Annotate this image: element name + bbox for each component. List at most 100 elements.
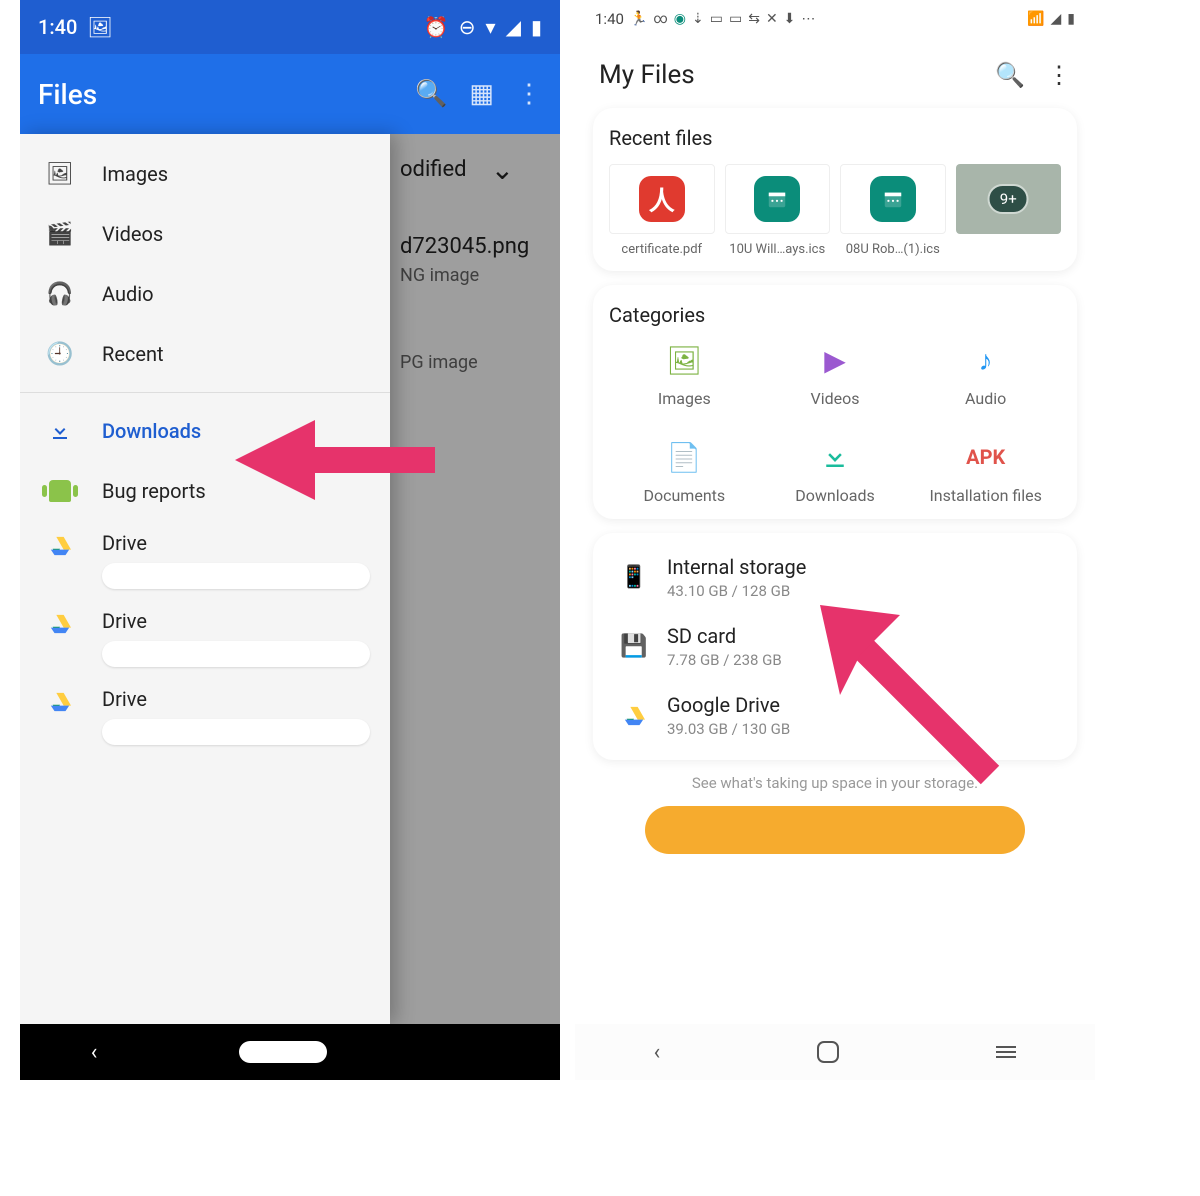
home-button[interactable] [817, 1041, 839, 1063]
recent-file-label: certificate.pdf [621, 242, 702, 257]
search-icon[interactable]: 🔍 [995, 61, 1025, 89]
recent-file[interactable]: 人 certificate.pdf [609, 164, 715, 257]
stock-android-files-phone: 1:40 🖼 ⏰ ⊖ ▾ ◢ ▮ Files 🔍 ▦ ⋮ odified ⌄ [20, 0, 560, 1080]
video-icon: ▶ [760, 341, 911, 379]
more-vert-icon[interactable]: ⋮ [1047, 61, 1071, 89]
sidebar-item-label: Downloads [102, 419, 201, 443]
category-images[interactable]: 🖼 Images [609, 341, 760, 408]
samsung-myfiles-phone: 1:40 🏃∞ ◉ ⇣▭▭ ⇆✕⬇⋯ 📶 ◢ ▮ My Files 🔍 ⋮ Re… [575, 0, 1095, 1080]
status-time: 1:40 [595, 10, 624, 28]
status-bar: 1:40 🏃∞ ◉ ⇣▭▭ ⇆✕⬇⋯ 📶 ◢ ▮ [575, 0, 1095, 38]
section-title: Categories [609, 303, 1061, 327]
image-icon: 🖼 [40, 162, 80, 187]
sidebar-item-label: Images [102, 162, 168, 186]
alarm-icon: ⏰ [424, 15, 449, 39]
image-icon: 🖼 [87, 15, 112, 39]
app-bar: My Files 🔍 ⋮ [575, 38, 1095, 108]
annotation-arrow-right [800, 585, 1010, 795]
page-title: My Files [599, 60, 973, 90]
status-bar: 1:40 🖼 ⏰ ⊖ ▾ ◢ ▮ [20, 0, 560, 54]
category-label: Videos [760, 389, 911, 408]
category-label: Installation files [910, 486, 1061, 505]
apk-icon: APK [910, 438, 1061, 476]
wifi-icon: 📶 [1027, 11, 1044, 27]
signal-icon: ◢ [1051, 11, 1062, 27]
gdrive-icon [615, 705, 653, 727]
sidebar-item-images[interactable]: 🖼 Images [20, 144, 390, 204]
category-downloads[interactable]: Downloads [760, 438, 911, 505]
category-label: Audio [910, 389, 1061, 408]
battery-icon: ▮ [1067, 11, 1075, 27]
gdrive-icon [40, 609, 80, 635]
wifi-icon: ▾ [486, 15, 496, 39]
back-button[interactable]: ‹ [91, 1040, 98, 1065]
section-title: Recent files [609, 126, 1061, 150]
storage-title: Internal storage [667, 555, 1055, 579]
signal-icon: ◢ [506, 15, 521, 39]
video-icon: 🎬 [40, 222, 80, 247]
category-apk[interactable]: APK Installation files [910, 438, 1061, 505]
sidebar-item-drive[interactable]: Drive [20, 599, 390, 677]
category-label: Downloads [760, 486, 911, 505]
recent-file[interactable]: 10U Will…ays.ics [725, 164, 831, 257]
search-icon[interactable]: 🔍 [415, 79, 447, 109]
analyze-storage-button[interactable] [645, 806, 1025, 854]
sidebar-item-drive[interactable]: Drive [20, 677, 390, 755]
sidebar-item-videos[interactable]: 🎬 Videos [20, 204, 390, 264]
recent-file-label: 08U Rob…(1).ics [846, 242, 940, 257]
more-vert-icon[interactable]: ⋮ [516, 79, 542, 109]
grid-view-icon[interactable]: ▦ [469, 79, 494, 109]
clock-icon: 🕘 [40, 342, 80, 367]
sidebar-item-label: Bug reports [102, 479, 206, 503]
calendar-icon [754, 176, 800, 222]
sidebar-item-label: Videos [102, 222, 163, 246]
system-nav-bar: ‹ [575, 1024, 1095, 1080]
dnd-icon: ⊖ [459, 15, 476, 39]
category-audio[interactable]: ♪ Audio [910, 341, 1061, 408]
annotation-arrow-left [235, 420, 435, 500]
pdf-icon: 人 [639, 176, 685, 222]
categories-card: Categories 🖼 Images ▶ Videos ♪ Audio 📄 D… [593, 285, 1077, 519]
recent-file[interactable]: 08U Rob…(1).ics [840, 164, 946, 257]
category-documents[interactable]: 📄 Documents [609, 438, 760, 505]
status-time: 1:40 [38, 15, 77, 39]
phone-icon: 📱 [615, 565, 653, 590]
navigation-drawer: 🖼 Images 🎬 Videos 🎧 Audio 🕘 Recent [20, 134, 390, 1024]
gdrive-icon [40, 531, 80, 557]
battery-icon: ▮ [531, 15, 542, 39]
recent-file-label: 10U Will…ays.ics [729, 242, 825, 257]
page-title: Files [38, 78, 97, 111]
download-icon [760, 438, 911, 476]
headphones-icon: 🎧 [40, 282, 80, 307]
sidebar-item-drive[interactable]: Drive [20, 521, 390, 599]
sdcard-icon: 💾 [615, 634, 653, 659]
android-icon [40, 480, 80, 502]
category-label: Documents [609, 486, 760, 505]
divider [20, 392, 390, 393]
category-label: Images [609, 389, 760, 408]
recent-files-card: Recent files 人 certificate.pdf 10U Will…… [593, 108, 1077, 271]
system-nav-bar: ‹ ▢ [20, 1024, 560, 1080]
recents-button[interactable] [996, 1046, 1016, 1058]
sidebar-item-label: Audio [102, 282, 154, 306]
recent-more[interactable]: 9+ [956, 164, 1062, 257]
download-icon [40, 419, 80, 443]
document-icon: 📄 [609, 438, 760, 476]
sidebar-item-label: Drive [102, 687, 370, 711]
gdrive-icon [40, 687, 80, 713]
more-count-badge: 9+ [988, 184, 1029, 214]
redacted-account [102, 641, 370, 667]
home-button[interactable] [239, 1041, 327, 1063]
sidebar-item-label: Recent [102, 342, 164, 366]
redacted-account [102, 719, 370, 745]
back-button[interactable]: ‹ [654, 1040, 661, 1065]
music-note-icon: ♪ [910, 341, 1061, 379]
app-bar: Files 🔍 ▦ ⋮ [20, 54, 560, 134]
category-videos[interactable]: ▶ Videos [760, 341, 911, 408]
sidebar-item-label: Drive [102, 531, 370, 555]
sidebar-item-audio[interactable]: 🎧 Audio [20, 264, 390, 324]
image-icon: 🖼 [609, 341, 760, 379]
sidebar-item-label: Drive [102, 609, 370, 633]
sidebar-item-recent[interactable]: 🕘 Recent [20, 324, 390, 384]
calendar-icon [870, 176, 916, 222]
